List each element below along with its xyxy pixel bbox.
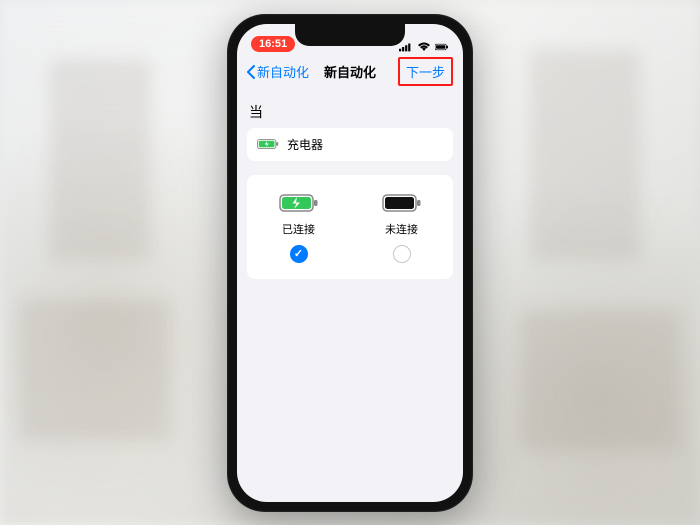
radio-connected[interactable]: [290, 245, 308, 263]
content-area: 当 充电器: [237, 90, 463, 287]
battery-status-icon: [435, 42, 449, 52]
option-connected[interactable]: 已连接: [247, 193, 350, 263]
when-label: 当: [249, 102, 451, 122]
option-connected-label: 已连接: [282, 221, 315, 237]
next-button[interactable]: 下一步: [398, 57, 453, 86]
charger-icon: [257, 138, 279, 150]
back-label: 新自动化: [257, 62, 309, 81]
notch: [295, 24, 405, 46]
status-time: 16:51: [251, 36, 295, 52]
status-right: [399, 42, 449, 52]
screen: 16:51 新自动化 新自动化 下一步 当: [237, 24, 463, 502]
signal-icon: [399, 42, 413, 52]
trigger-row[interactable]: 充电器: [247, 128, 453, 161]
chevron-left-icon: [247, 65, 255, 79]
trigger-label: 充电器: [287, 136, 323, 153]
option-disconnected[interactable]: 未连接: [350, 193, 453, 263]
back-button[interactable]: 新自动化: [247, 62, 309, 81]
battery-charging-icon: [279, 193, 319, 213]
next-label: 下一步: [406, 65, 445, 80]
phone-frame: 16:51 新自动化 新自动化 下一步 当: [227, 14, 473, 512]
options-card: 已连接 未连接: [247, 175, 453, 279]
nav-title: 新自动化: [324, 62, 376, 81]
radio-disconnected[interactable]: [393, 245, 411, 263]
battery-full-icon: [382, 193, 422, 213]
option-disconnected-label: 未连接: [385, 221, 418, 237]
nav-bar: 新自动化 新自动化 下一步: [237, 54, 463, 90]
wifi-icon: [417, 42, 431, 52]
